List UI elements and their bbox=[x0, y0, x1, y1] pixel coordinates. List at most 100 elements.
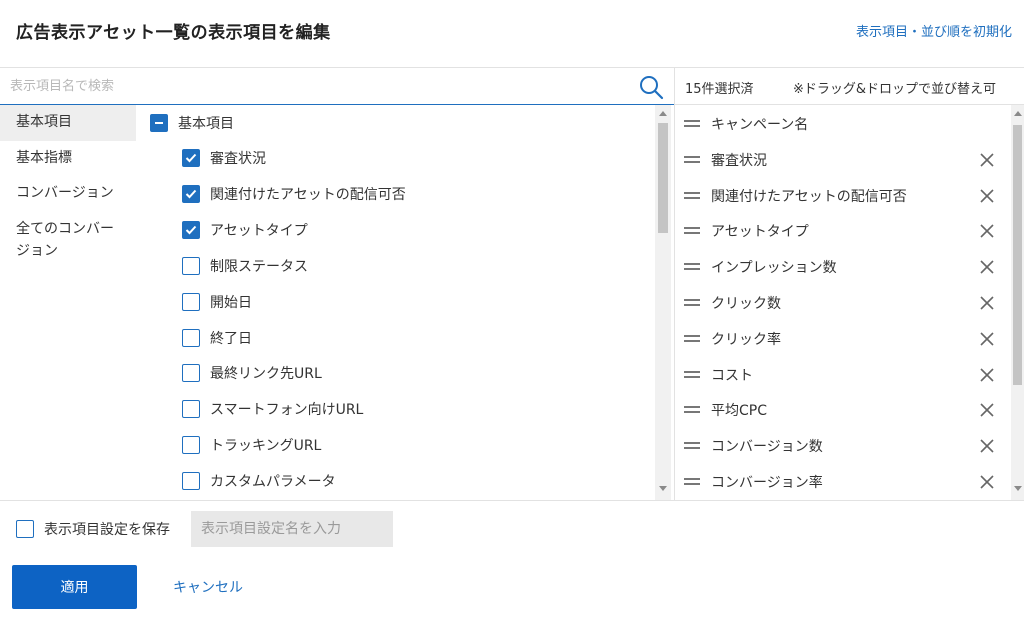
close-icon[interactable] bbox=[979, 331, 995, 347]
field-label: スマートフォン向けURL bbox=[210, 402, 364, 419]
close-icon[interactable] bbox=[979, 259, 995, 275]
category-basic-items[interactable]: 基本項目 bbox=[0, 105, 136, 141]
category-label-continued: ジョン bbox=[16, 243, 58, 259]
field-row[interactable]: 終了日 bbox=[182, 326, 252, 350]
scroll-up-arrow[interactable] bbox=[659, 111, 667, 116]
category-label: 全てのコンバー bbox=[16, 221, 114, 237]
drag-handle-icon[interactable] bbox=[684, 440, 700, 450]
unchecked-checkbox[interactable] bbox=[182, 472, 200, 491]
field-label: 終了日 bbox=[210, 330, 252, 347]
field-row[interactable]: 審査状況 bbox=[182, 146, 266, 170]
save-settings-label: 表示項目設定を保存 bbox=[44, 522, 170, 538]
drag-handle-icon[interactable] bbox=[684, 369, 700, 379]
unchecked-checkbox[interactable] bbox=[182, 292, 200, 311]
field-row[interactable]: トラッキングURL bbox=[182, 433, 321, 457]
selected-column-row[interactable]: 平均CPC bbox=[675, 398, 1013, 422]
checked-checkbox[interactable] bbox=[182, 184, 200, 203]
field-row[interactable]: スマートフォン向けURL bbox=[182, 397, 363, 421]
selected-column-label: 審査状況 bbox=[711, 152, 767, 169]
selected-list-scrollbar[interactable] bbox=[1011, 105, 1024, 500]
drag-handle-icon[interactable] bbox=[684, 261, 700, 271]
close-icon[interactable] bbox=[979, 367, 995, 383]
selected-column-row[interactable]: コスト bbox=[675, 363, 1013, 387]
drag-handle-icon[interactable] bbox=[684, 154, 700, 164]
setting-name-input[interactable] bbox=[191, 511, 393, 547]
close-icon[interactable] bbox=[979, 295, 995, 311]
field-row[interactable]: 開始日 bbox=[182, 290, 252, 314]
scrollbar-thumb[interactable] bbox=[658, 123, 668, 233]
search-input[interactable] bbox=[0, 68, 630, 104]
category-label: コンバージョン bbox=[16, 185, 114, 201]
selected-count: 15件選択済 bbox=[685, 82, 754, 97]
selected-column-row[interactable]: 関連付けたアセットの配信可否 bbox=[675, 184, 1013, 208]
close-icon[interactable] bbox=[979, 402, 995, 418]
category-label: 基本指標 bbox=[16, 150, 72, 166]
field-label: 最終リンク先URL bbox=[210, 366, 322, 383]
cancel-link[interactable]: キャンセル bbox=[173, 577, 243, 597]
save-settings-row[interactable]: 表示項目設定を保存 bbox=[16, 519, 170, 539]
selected-column-label: コンバージョン率 bbox=[711, 475, 823, 491]
reset-columns-link[interactable]: 表示項目・並び順を初期化 bbox=[856, 21, 1012, 40]
group-row-basic-items[interactable]: 基本項目 bbox=[150, 111, 234, 135]
search-icon[interactable] bbox=[638, 74, 664, 100]
close-icon[interactable] bbox=[979, 152, 995, 168]
partial-checkbox[interactable] bbox=[150, 114, 168, 132]
dialog-header: 広告表示アセット一覧の表示項目を編集 表示項目・並び順を初期化 bbox=[0, 0, 1024, 68]
field-row[interactable]: アセットタイプ bbox=[182, 218, 308, 242]
dialog-title: 広告表示アセット一覧の表示項目を編集 bbox=[16, 23, 331, 43]
scroll-down-arrow[interactable] bbox=[659, 486, 667, 491]
field-label: 審査状況 bbox=[210, 151, 266, 167]
unchecked-checkbox[interactable] bbox=[182, 328, 200, 347]
unchecked-checkbox[interactable] bbox=[182, 400, 200, 419]
scroll-up-arrow[interactable] bbox=[1014, 111, 1022, 116]
drag-handle-icon[interactable] bbox=[684, 190, 700, 200]
drag-handle-icon[interactable] bbox=[684, 297, 700, 307]
category-list: 基本項目 基本指標 コンバージョン 全てのコンバー ジョン bbox=[0, 105, 138, 500]
selected-column-row[interactable]: クリック率 bbox=[675, 327, 1013, 351]
field-checklist: 基本項目 審査状況関連付けたアセットの配信可否アセットタイプ制限ステータス開始日… bbox=[138, 105, 674, 500]
scroll-down-arrow[interactable] bbox=[1014, 486, 1022, 491]
close-icon[interactable] bbox=[979, 188, 995, 204]
drag-drop-hint: ※ドラッグ&ドロップで並び替え可 bbox=[793, 82, 997, 97]
drag-handle-icon[interactable] bbox=[684, 476, 700, 486]
field-label: トラッキングURL bbox=[210, 438, 322, 455]
selected-columns-list: キャンペーン名審査状況関連付けたアセットの配信可否アセットタイプインプレッション… bbox=[674, 105, 1024, 500]
selected-column-row[interactable]: キャンペーン名 bbox=[675, 112, 1013, 136]
checked-checkbox[interactable] bbox=[182, 149, 200, 167]
selected-column-row[interactable]: クリック数 bbox=[675, 291, 1013, 315]
drag-handle-icon[interactable] bbox=[684, 118, 700, 128]
field-list-scrollbar[interactable] bbox=[655, 105, 671, 500]
drag-handle-icon[interactable] bbox=[684, 225, 700, 235]
search-bar bbox=[0, 68, 674, 105]
field-row[interactable]: 最終リンク先URL bbox=[182, 361, 322, 385]
selected-column-label: コスト bbox=[711, 367, 753, 384]
field-label: 開始日 bbox=[210, 294, 252, 311]
selected-column-label: アセットタイプ bbox=[711, 224, 809, 241]
selected-column-row[interactable]: コンバージョン数 bbox=[675, 434, 1013, 458]
checked-checkbox[interactable] bbox=[182, 220, 200, 239]
category-label: 基本項目 bbox=[16, 114, 72, 130]
category-basic-metrics[interactable]: 基本指標 bbox=[0, 147, 136, 169]
field-row[interactable]: 関連付けたアセットの配信可否 bbox=[182, 182, 406, 206]
scrollbar-thumb[interactable] bbox=[1013, 125, 1022, 385]
unchecked-checkbox[interactable] bbox=[182, 364, 200, 383]
close-icon[interactable] bbox=[979, 474, 995, 490]
save-settings-checkbox[interactable] bbox=[16, 520, 34, 538]
field-row[interactable]: カスタムパラメータ bbox=[182, 469, 336, 493]
unchecked-checkbox[interactable] bbox=[182, 256, 200, 275]
apply-button[interactable]: 適用 bbox=[12, 565, 137, 609]
category-all-conversions[interactable]: 全てのコンバー ジョン bbox=[0, 218, 136, 262]
field-label: アセットタイプ bbox=[210, 222, 308, 239]
selected-column-row[interactable]: インプレッション数 bbox=[675, 255, 1013, 279]
drag-handle-icon[interactable] bbox=[684, 333, 700, 343]
field-row[interactable]: 制限ステータス bbox=[182, 254, 308, 278]
selected-column-row[interactable]: コンバージョン率 bbox=[675, 470, 1013, 494]
selected-column-row[interactable]: アセットタイプ bbox=[675, 219, 1013, 243]
selected-column-label: 平均CPC bbox=[711, 403, 767, 420]
close-icon[interactable] bbox=[979, 438, 995, 454]
unchecked-checkbox[interactable] bbox=[182, 436, 200, 455]
drag-handle-icon[interactable] bbox=[684, 404, 700, 414]
close-icon[interactable] bbox=[979, 223, 995, 239]
selected-column-row[interactable]: 審査状況 bbox=[675, 148, 1013, 172]
category-conversions[interactable]: コンバージョン bbox=[0, 182, 136, 204]
